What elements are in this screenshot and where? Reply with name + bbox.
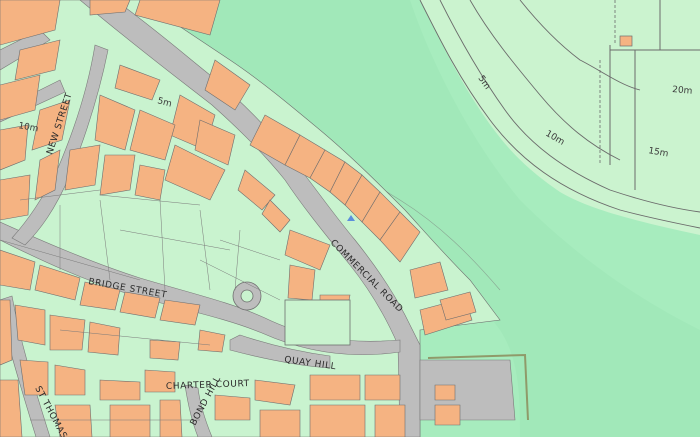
park-area <box>284 299 351 346</box>
contour-label-20m-hill: 20m <box>672 85 693 97</box>
map-canvas[interactable]: NEW STREET COMMERCIAL ROAD BRIDGE STREET… <box>0 0 700 437</box>
roundabout-center <box>240 289 254 303</box>
hill-building <box>619 35 633 47</box>
